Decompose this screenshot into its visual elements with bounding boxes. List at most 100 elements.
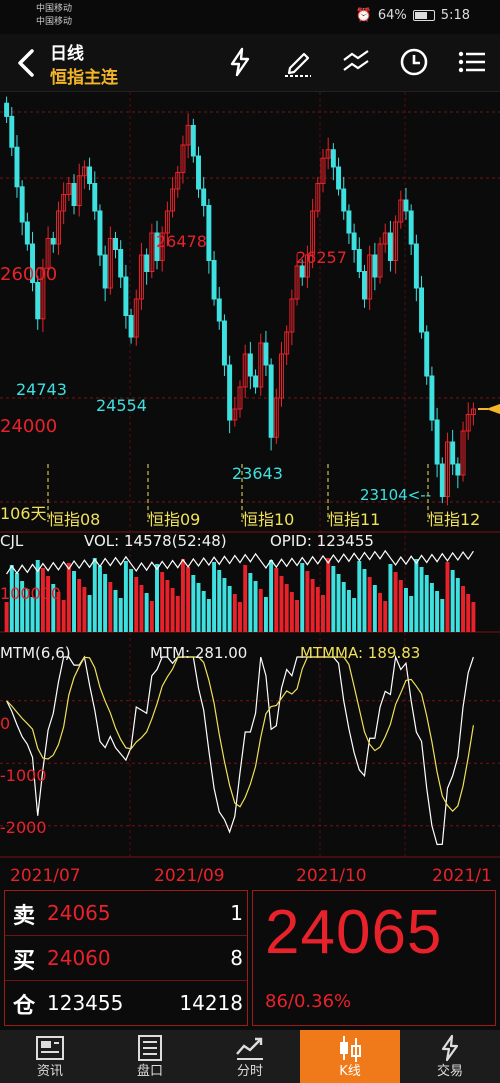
volume-bar: [424, 575, 429, 632]
volume-bar: [108, 582, 113, 632]
volume-bar: [398, 580, 403, 632]
volume-bar: [113, 590, 118, 632]
candle: [24, 221, 30, 245]
candle: [362, 271, 367, 300]
volume-bar: [139, 585, 144, 632]
candle: [206, 205, 212, 261]
volume-bar: [238, 602, 242, 632]
volume-bar: [326, 558, 331, 632]
volume-bar: [321, 595, 325, 632]
candle: [71, 183, 77, 206]
volume-bar: [129, 569, 134, 632]
volume-bar: [367, 577, 372, 632]
candle: [455, 463, 461, 476]
volume-bar: [97, 566, 102, 632]
quote-panel: 卖 24065 1 买 24060 8 仓 123455 14218 24065…: [0, 888, 500, 1030]
nav-orderbook-label: 盘口: [136, 1064, 163, 1079]
volume-bar: [212, 562, 217, 632]
volume-axis-label: 100000: [0, 584, 62, 603]
nav-news[interactable]: 资讯: [0, 1030, 100, 1083]
date-label-3: 2021/10: [296, 866, 367, 886]
candle: [387, 232, 393, 261]
candle: [201, 188, 207, 206]
date-label-4: 2021/1: [432, 866, 492, 886]
back-button[interactable]: [12, 46, 42, 80]
volume-bar: [77, 579, 82, 632]
clock-icon[interactable]: [398, 46, 430, 78]
flash-icon[interactable]: [224, 46, 256, 78]
date-label-2: 2021/09: [154, 866, 225, 886]
trade-icon: [441, 1034, 459, 1062]
volume-bar: [300, 563, 305, 632]
candle: [434, 419, 440, 465]
volume-bar: [61, 600, 66, 632]
low-annotation-1: 24743: [16, 380, 67, 399]
candle: [97, 210, 103, 256]
volume-bar: [336, 574, 341, 632]
volume-bar: [429, 583, 434, 632]
volume-bar: [227, 586, 232, 632]
candle: [144, 254, 150, 272]
mtmma-line: [6, 656, 474, 812]
volume-bar: [4, 602, 9, 632]
contract-label-11: 恒指11: [328, 510, 381, 529]
buy-price: 24060: [47, 946, 111, 970]
nav-kline[interactable]: K线: [300, 1030, 400, 1083]
volume-bar: [155, 564, 159, 632]
volume-bar: [191, 575, 196, 632]
candle: [102, 254, 108, 289]
candle: [128, 315, 134, 338]
open-interest-line: [6, 549, 474, 575]
oi-label: 仓: [13, 994, 36, 1019]
candle: [50, 238, 56, 245]
nav-orderbook[interactable]: 盘口: [100, 1030, 200, 1083]
volume-bar: [206, 599, 211, 632]
candle: [19, 186, 25, 223]
candle: [123, 276, 129, 316]
candle: [336, 166, 342, 190]
mtm-label: MTM(6,6): [0, 644, 71, 662]
contract-label-10: 恒指10: [242, 510, 295, 529]
order-book: 卖 24065 1 买 24060 8 仓 123455 14218: [4, 890, 248, 1026]
nav-timeshare[interactable]: 分时: [200, 1030, 300, 1083]
volume-bar: [160, 572, 165, 632]
candle: [439, 463, 445, 498]
candle: [35, 282, 41, 320]
volume-bar: [352, 598, 357, 632]
draw-icon[interactable]: [282, 46, 314, 78]
volume-bar: [466, 594, 471, 632]
candle: [118, 249, 124, 278]
low-annotation-4: 23104<--: [360, 486, 432, 504]
volume-bar: [134, 577, 139, 632]
candle: [190, 124, 196, 157]
app-header: 日线 恒指主连: [0, 34, 500, 92]
open-interest-row: 仓 123455 14218: [5, 981, 247, 1026]
volume-bar: [419, 567, 424, 632]
candle: [247, 353, 253, 377]
sell-row[interactable]: 卖 24065 1: [5, 891, 247, 936]
volume-bar: [461, 586, 466, 632]
candle: [216, 298, 222, 322]
trend-lines-icon[interactable]: [340, 46, 372, 78]
sell-volume: 1: [230, 901, 243, 925]
volume-bar: [72, 571, 76, 632]
kline-chart[interactable]: 26000 24000 26478 26257 24743 24554 2364…: [0, 92, 500, 888]
volume-bar: [279, 576, 284, 632]
carrier-1: 中国移动: [36, 4, 73, 14]
nav-trade[interactable]: 交易: [400, 1030, 500, 1083]
list-icon[interactable]: [456, 46, 488, 78]
mtm-readout: MTM: 281.00: [150, 644, 248, 662]
volume-bar: [450, 570, 455, 632]
battery-icon: [412, 10, 435, 21]
volume-bar: [258, 589, 263, 632]
volume-bar: [92, 558, 97, 632]
candle: [263, 342, 269, 366]
volume-bar: [289, 592, 294, 632]
candle: [4, 102, 10, 117]
price-level-24000: 24000: [0, 416, 58, 437]
buy-row[interactable]: 买 24060 8: [5, 936, 247, 981]
volume-bar: [274, 568, 279, 632]
volume-bar: [196, 583, 201, 632]
open-interest: 123455: [47, 991, 124, 1015]
candle: [92, 183, 98, 212]
